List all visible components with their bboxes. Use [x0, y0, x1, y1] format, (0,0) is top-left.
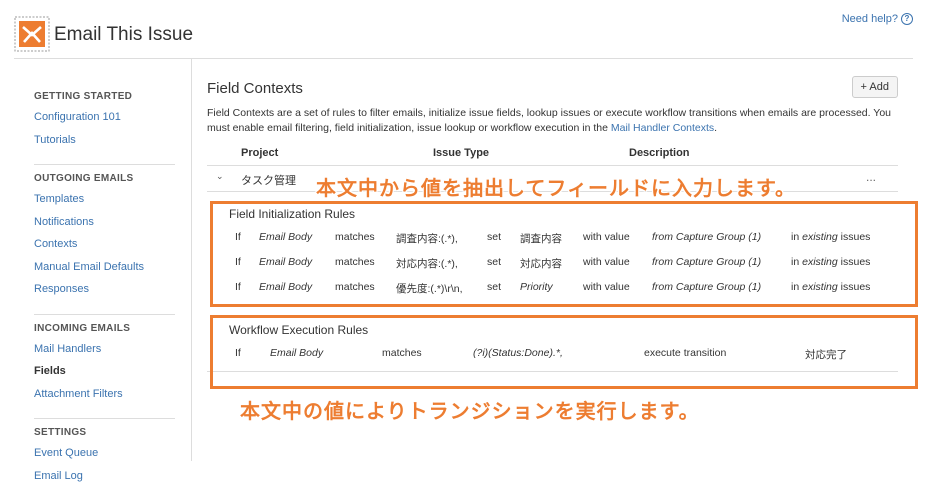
- app-logo-icon: [14, 16, 50, 52]
- add-button-label: Add: [869, 81, 889, 93]
- field-init-highlight-box: [210, 201, 918, 307]
- sidebar: GETTING STARTED Configuration 101 Tutori…: [14, 59, 192, 482]
- sidebar-item-notifications[interactable]: Notifications: [34, 216, 175, 239]
- intro-text: Field Contexts are a set of rules to fil…: [207, 106, 897, 135]
- mail-handler-contexts-link[interactable]: Mail Handler Contexts: [611, 122, 714, 134]
- nav-heading: OUTGOING EMAILS: [34, 173, 134, 184]
- context-project: タスク管理: [241, 175, 296, 187]
- nav-section-incoming-emails: INCOMING EMAILS Mail Handlers Fields Att…: [34, 322, 175, 419]
- sidebar-item-attachment-filters[interactable]: Attachment Filters: [34, 388, 175, 411]
- intro-end: .: [714, 121, 718, 134]
- sidebar-item-manual-email-defaults[interactable]: Manual Email Defaults: [34, 261, 175, 284]
- nav-section-settings: SETTINGS Event Queue Email Log: [34, 427, 175, 500]
- sidebar-item-event-queue[interactable]: Event Queue: [34, 447, 175, 470]
- annotation-top: 本文中から値を抽出してフィールドに入力します。: [316, 178, 796, 200]
- sidebar-item-tutorials[interactable]: Tutorials: [34, 134, 175, 157]
- nav-heading: GETTING STARTED: [34, 91, 133, 102]
- sidebar-item-templates[interactable]: Templates: [34, 193, 175, 216]
- nav-heading: SETTINGS: [34, 427, 87, 438]
- header-rule: [207, 165, 898, 166]
- annotation-bottom: 本文中の値によりトランジションを実行します。: [240, 401, 700, 423]
- help-label: Need help?: [841, 13, 898, 25]
- intro-body: Field Contexts are a set of rules to fil…: [207, 107, 891, 134]
- column-header-description: Description: [629, 147, 690, 159]
- page-title: Field Contexts: [207, 80, 303, 97]
- sidebar-item-responses[interactable]: Responses: [34, 283, 175, 306]
- chevron-down-icon[interactable]: ⌄: [216, 171, 224, 182]
- sidebar-item-contexts[interactable]: Contexts: [34, 238, 175, 261]
- plus-icon: +: [860, 81, 867, 93]
- add-button[interactable]: + Add: [851, 76, 898, 98]
- app-title: Email This Issue: [54, 24, 194, 45]
- sidebar-item-fields[interactable]: Fields: [34, 365, 175, 388]
- sidebar-item-mail-handlers[interactable]: Mail Handlers: [34, 343, 175, 366]
- more-actions-icon[interactable]: ...: [866, 170, 876, 184]
- nav-section-getting-started: GETTING STARTED Configuration 101 Tutori…: [34, 59, 175, 165]
- nav-heading: INCOMING EMAILS: [34, 322, 131, 334]
- question-icon: ?: [901, 13, 913, 25]
- nav-section-outgoing-emails: OUTGOING EMAILS Templates Notifications …: [34, 173, 175, 315]
- help-link[interactable]: Need help? ?: [842, 13, 913, 25]
- workflow-highlight-box: [210, 315, 918, 389]
- column-header-issue-type: Issue Type: [433, 147, 490, 159]
- sidebar-item-email-log[interactable]: Email Log: [34, 470, 175, 493]
- sidebar-item-configuration-101[interactable]: Configuration 101: [34, 111, 175, 134]
- column-header-project: Project: [241, 147, 279, 159]
